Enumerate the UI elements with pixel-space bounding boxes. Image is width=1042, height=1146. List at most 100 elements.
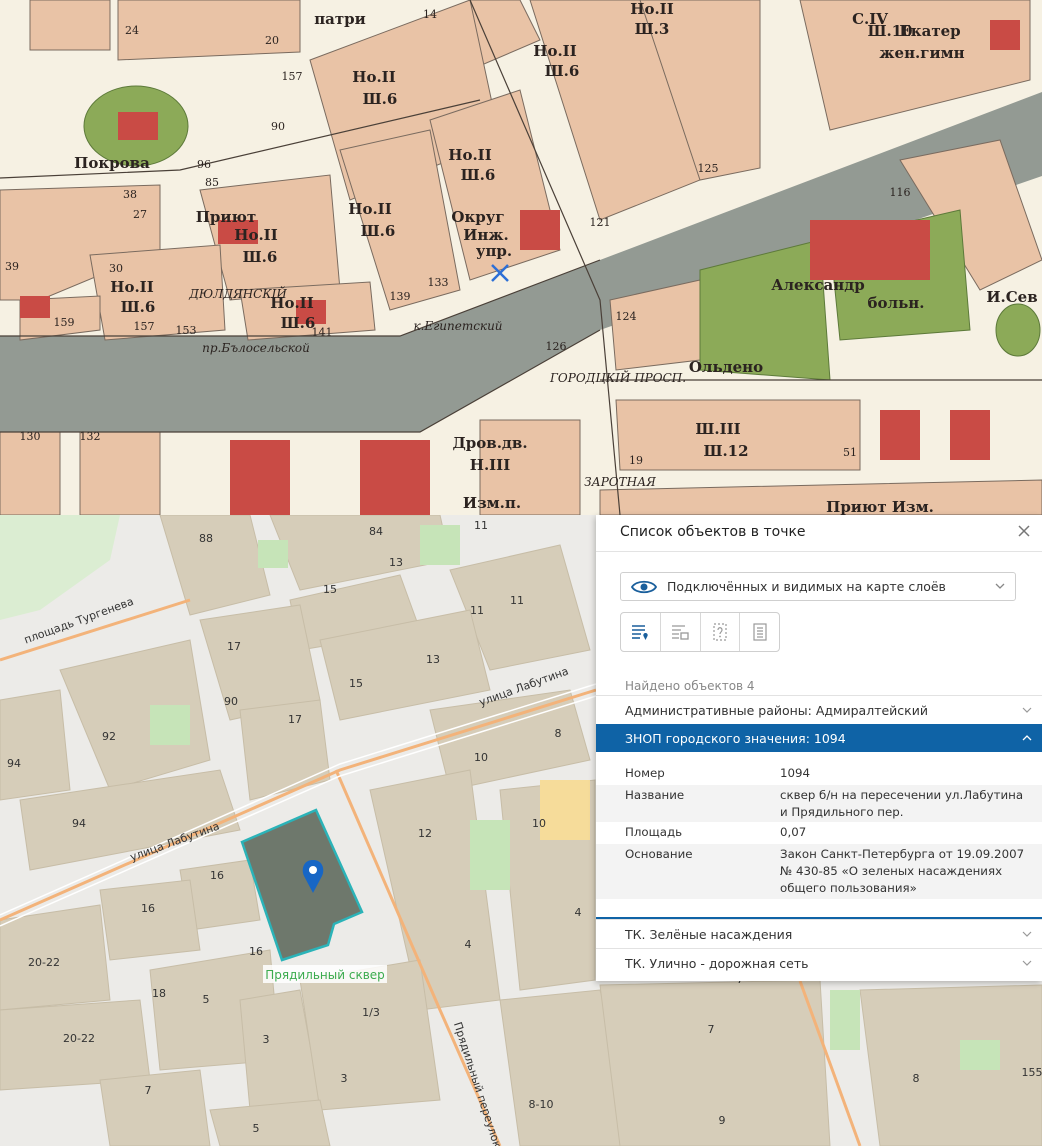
old-map-label: Екатер	[899, 22, 960, 40]
house-number: 10	[532, 817, 546, 830]
old-street-label: пр.Бълосельской	[202, 341, 310, 355]
old-map-label: патри	[314, 10, 366, 28]
layer-select-dropdown[interactable]: Подключённых и видимых на карте слоёв	[620, 572, 1016, 601]
house-number: 9	[719, 1114, 726, 1127]
house-number: 4	[575, 906, 582, 919]
old-map-label: Ш.6	[363, 90, 398, 108]
old-map-label: Ш.III	[695, 420, 740, 438]
view-toolbar	[620, 612, 780, 652]
old-building	[880, 410, 920, 460]
lawn	[150, 705, 190, 745]
old-map-label: Ш.6	[461, 166, 496, 184]
house-number: 5	[253, 1122, 260, 1135]
house-number: 17	[288, 713, 302, 726]
house-number: 18	[152, 987, 166, 1000]
detail-value: сквер б/н на пересечении ул.Лабутина и П…	[780, 788, 1024, 819]
chevron-up-icon	[1022, 735, 1032, 741]
old-house-number: 30	[109, 262, 123, 275]
old-house-number: 141	[312, 326, 333, 339]
old-map-label: Приют Изм.	[826, 498, 934, 515]
old-street-label: ЗАРОТНАЯ	[584, 475, 656, 489]
house-number: 94	[72, 817, 86, 830]
house-number: 15	[349, 677, 363, 690]
old-map-label: Но.II	[234, 226, 277, 244]
accordion-label: ТК. Зелёные насаждения	[625, 927, 793, 942]
accordion-green-plantings[interactable]: ТК. Зелёные насаждения	[596, 919, 1042, 947]
house-number: 7	[708, 1023, 715, 1036]
house-number: 8	[913, 1072, 920, 1085]
old-map-label: Изм.п.	[463, 494, 521, 512]
old-building	[520, 210, 560, 250]
old-block	[79, 431, 161, 515]
old-map-label: Ш.6	[121, 298, 156, 316]
old-building	[810, 220, 930, 280]
old-house-number: 157	[134, 320, 155, 333]
old-building	[950, 410, 990, 460]
accordion-admin-districts[interactable]: Административные районы: Адмиралтейский	[596, 695, 1042, 723]
old-map-label: больн.	[868, 294, 925, 312]
chevron-down-icon	[1022, 960, 1032, 966]
accordion-label: ЗНОП городского значения: 1094	[625, 731, 846, 746]
unknown-object-icon	[713, 623, 727, 641]
old-house-number: 96	[197, 158, 211, 171]
chevron-down-icon	[995, 583, 1005, 589]
old-house-number: 38	[123, 188, 137, 201]
detail-key: Основание	[625, 847, 693, 861]
old-house-number: 157	[282, 70, 303, 83]
house-number: 16	[141, 902, 155, 915]
found-count: Найдено объектов 4	[625, 679, 755, 693]
house-number: 1/3	[362, 1006, 380, 1019]
old-house-number: 24	[125, 24, 139, 37]
house-number: 90	[224, 695, 238, 708]
panel-title: Список объектов в точке	[620, 524, 806, 540]
house-number: 13	[389, 556, 403, 569]
detail-value: Закон Санкт-Петербурга от 19.09.2007 № 4…	[780, 847, 1025, 895]
detail-key: Название	[625, 788, 685, 802]
close-button[interactable]	[1016, 521, 1032, 541]
old-map-label: Но.II	[352, 68, 395, 86]
unknown-object-button[interactable]	[701, 613, 741, 651]
old-map-label: упр.	[476, 242, 512, 260]
document-button[interactable]	[740, 613, 779, 651]
old-map-label: Ш.6	[281, 314, 316, 332]
chevron-down-icon	[1022, 707, 1032, 713]
house-number: 92	[102, 730, 116, 743]
house-number: 12	[418, 827, 432, 840]
lawn	[830, 990, 860, 1050]
house-number: 84	[369, 525, 383, 538]
old-church	[118, 112, 158, 140]
object-details: Номер 1094 Название сквер б/н на пересеч…	[596, 755, 1042, 915]
house-number: 11	[510, 594, 524, 607]
accordion-label: ТК. Улично - дорожная сеть	[625, 956, 809, 971]
old-house-number: 132	[80, 430, 101, 443]
list-table-icon	[672, 625, 689, 640]
old-house-number: 19	[629, 454, 643, 467]
accordion-road-network[interactable]: ТК. Улично - дорожная сеть	[596, 948, 1042, 976]
old-street-label: к.Египетский	[413, 319, 502, 333]
old-block	[29, 0, 111, 51]
old-house-number: 27	[133, 208, 147, 221]
accordion-znop[interactable]: ЗНОП городского значения: 1094	[596, 724, 1042, 752]
old-map-label: Округ	[451, 208, 504, 226]
old-map-label: Но.II	[110, 278, 153, 296]
detail-value: 0,07	[780, 825, 807, 839]
house-number: 8	[555, 727, 562, 740]
house-number: 3	[341, 1072, 348, 1085]
house-number: 3	[263, 1033, 270, 1046]
old-house-number: 126	[546, 340, 567, 353]
building	[859, 984, 1042, 1146]
house-number: 20-22	[28, 956, 60, 969]
layers-eye-icon	[631, 580, 657, 594]
old-house-number: 85	[205, 176, 219, 189]
list-table-button[interactable]	[661, 613, 701, 651]
old-building	[360, 440, 430, 515]
old-house-number: 121	[590, 216, 611, 229]
yellow-building	[540, 780, 590, 840]
building	[99, 879, 201, 961]
old-house-number: 153	[176, 324, 197, 337]
lawn	[960, 1040, 1000, 1070]
historic-map[interactable]: патриНо.IIШ.3С.IVШ.10Екатержен.гимнНо.II…	[0, 0, 1042, 515]
list-map-button[interactable]	[621, 613, 661, 651]
old-house-number: 39	[5, 260, 19, 273]
house-number: 10	[474, 751, 488, 764]
